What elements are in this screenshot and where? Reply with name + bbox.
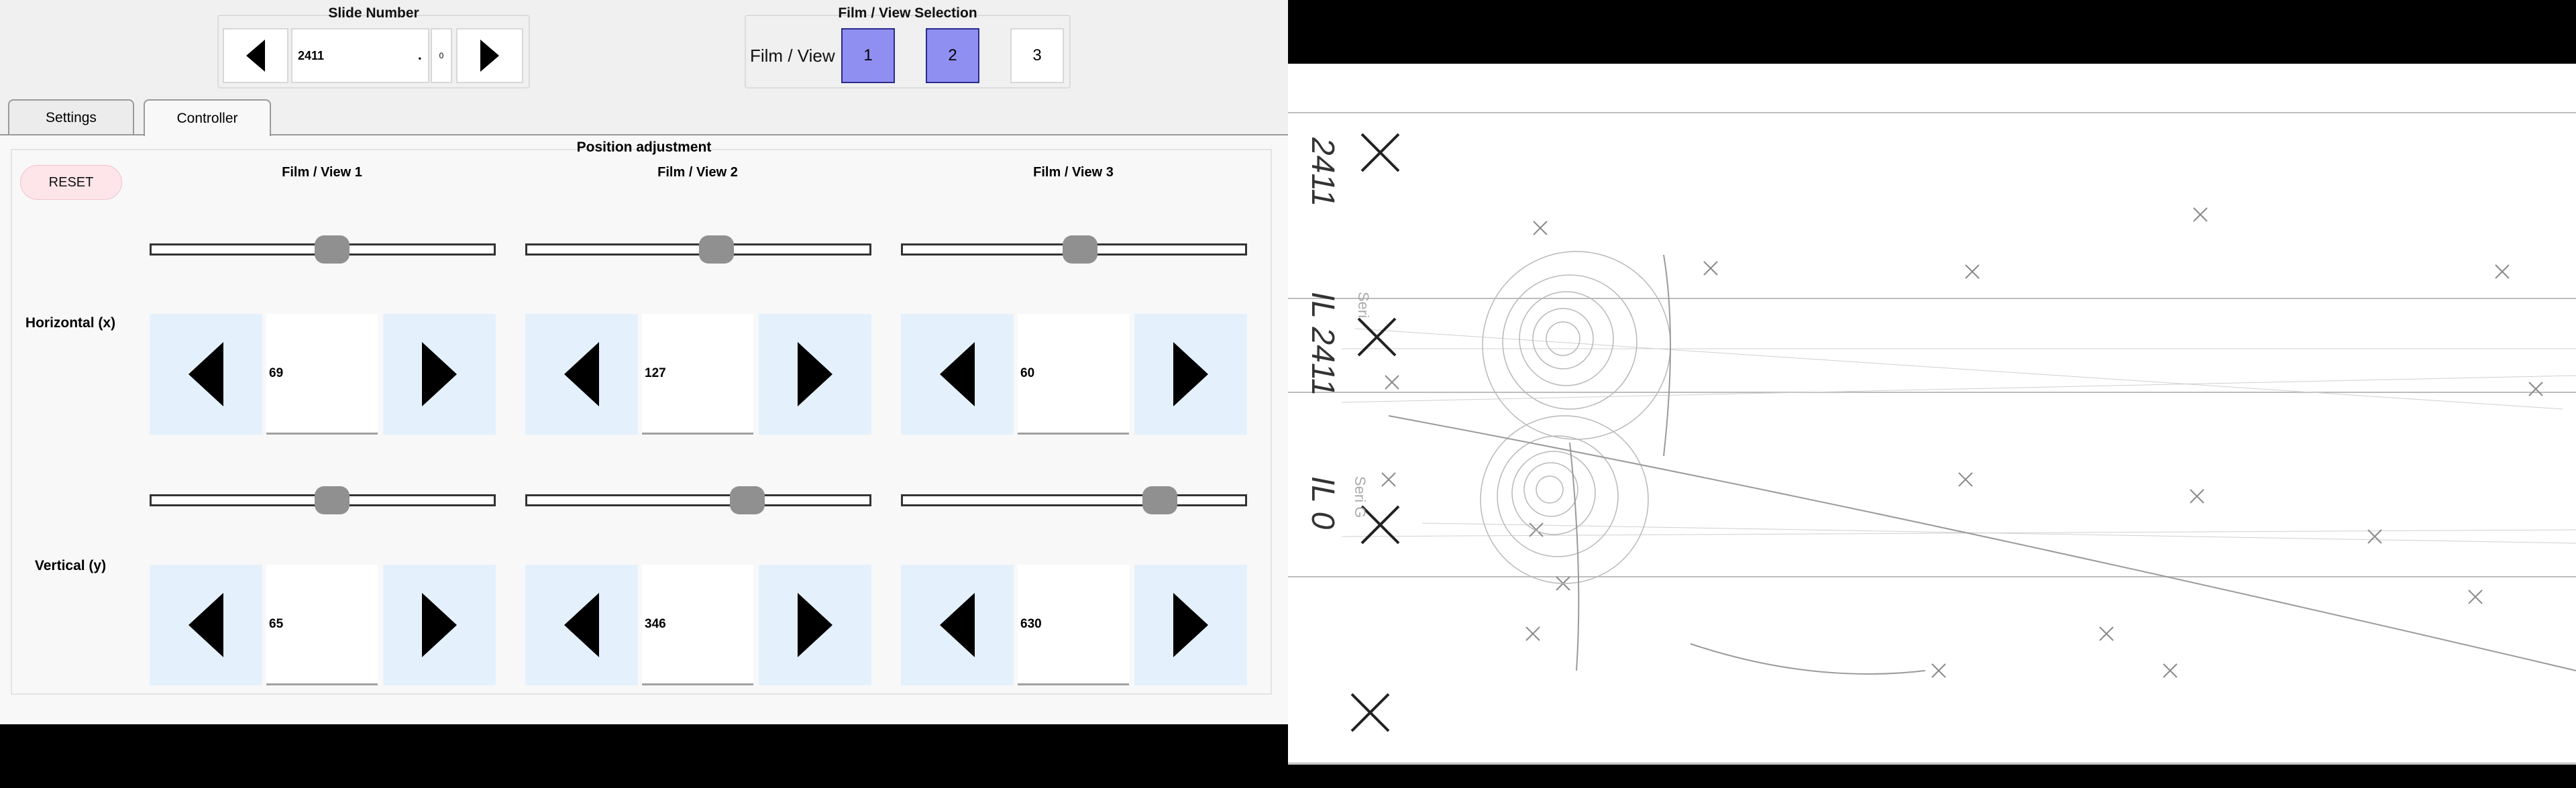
view-1-x-decrease-button[interactable] (150, 314, 262, 435)
view-3-x-decrease-button[interactable] (901, 314, 1014, 435)
arrow-left-icon (564, 342, 599, 406)
film-view-1-button[interactable]: 1 (841, 28, 895, 83)
view-3-y-value[interactable]: 630 (1018, 565, 1129, 685)
arrow-left-icon (940, 342, 975, 406)
view-2-y-value[interactable]: 346 (642, 565, 753, 685)
view-1-x-value-text: 69 (269, 365, 284, 380)
frame-label-1: 2411 (1305, 137, 1340, 207)
slide-number-title: Slide Number (328, 5, 419, 21)
arrow-right-icon (422, 342, 457, 406)
arrow-right-icon (1173, 593, 1208, 657)
view-3-x-value-text: 60 (1020, 365, 1035, 380)
frame-label-3: IL 0 (1305, 476, 1340, 530)
view-1-y-value[interactable]: 65 (266, 565, 378, 685)
view-2-x-slider-thumb[interactable] (699, 235, 734, 264)
control-panel: Slide Number 2411 • 0 Film / View Select… (0, 0, 1288, 724)
arrow-right-icon (1173, 342, 1208, 406)
view-3-y-value-text: 630 (1020, 616, 1042, 631)
view-3-y-slider[interactable] (901, 486, 1247, 514)
arrow-right-icon (798, 342, 833, 406)
film-view-2-button[interactable]: 2 (926, 28, 979, 83)
view-3-x-increase-button[interactable] (1134, 314, 1247, 435)
view-2-y-slider-thumb[interactable] (730, 486, 765, 514)
series-label-2: Seri G (1352, 476, 1368, 518)
view-2-x-slider[interactable] (525, 235, 871, 264)
slide-number-combobox[interactable]: 2411 • (291, 28, 429, 83)
view-1-y-increase-button[interactable] (383, 565, 496, 685)
triangle-left-icon (246, 40, 265, 72)
position-adjustment-title: Position adjustment (576, 139, 712, 155)
tab-controller-label: Controller (176, 110, 238, 126)
slide-prev-button[interactable] (223, 28, 288, 83)
app-root: Slide Number 2411 • 0 Film / View Select… (0, 0, 2576, 788)
slide-number-value: 2411 (298, 48, 325, 62)
reset-button[interactable]: RESET (20, 165, 122, 200)
film-view-3-button[interactable]: 3 (1010, 28, 1064, 83)
arrow-right-icon (422, 593, 457, 657)
combo-dropdown-icon[interactable]: • (419, 54, 421, 63)
view-2-x-decrease-button[interactable] (525, 314, 638, 435)
horizontal-row-label: Horizontal (x) (25, 315, 116, 331)
view-2-x-value[interactable]: 127 (642, 314, 753, 435)
view-2-x-value-text: 127 (645, 365, 666, 380)
slide-sub-number[interactable]: 0 (431, 28, 452, 83)
arrow-left-icon (189, 593, 223, 657)
view-2-y-decrease-button[interactable] (525, 565, 638, 685)
triangle-right-icon (480, 40, 499, 72)
view-3-x-value[interactable]: 60 (1018, 314, 1129, 435)
tab-settings-label: Settings (46, 109, 97, 125)
reset-button-label: RESET (48, 174, 94, 190)
film-view-3-label: 3 (1032, 46, 1042, 64)
arrow-left-icon (189, 342, 223, 406)
film-view-2-label: 2 (948, 46, 957, 64)
view-3-y-decrease-button[interactable] (901, 565, 1014, 685)
view-2-y-slider[interactable] (525, 486, 871, 514)
slide-sub-number-value: 0 (439, 51, 444, 60)
arrow-left-icon (940, 593, 975, 657)
frame-label-2: IL 2411 (1305, 292, 1340, 396)
view-2-y-value-text: 346 (645, 616, 666, 631)
film-view-label: Film / View (750, 46, 835, 66)
view-1-x-value[interactable]: 69 (266, 314, 378, 435)
view-2-x-increase-button[interactable] (759, 314, 871, 435)
arrow-left-icon (564, 593, 599, 657)
film-image: 2411 IL 2411 IL 0 Seri Seri G (1288, 64, 2576, 765)
view-2-title: Film / View 2 (657, 165, 738, 180)
series-label-1: Seri (1355, 292, 1372, 318)
film-view-1-label: 1 (863, 46, 873, 64)
view-1-x-slider-thumb[interactable] (315, 235, 350, 264)
view-1-y-slider[interactable] (150, 486, 496, 514)
slide-next-button[interactable] (456, 28, 523, 83)
arrow-right-icon (798, 593, 833, 657)
view-1-y-slider-thumb[interactable] (315, 486, 350, 514)
film-image-viewer[interactable]: 2411 IL 2411 IL 0 Seri Seri G (1288, 0, 2576, 788)
vertical-row-label: Vertical (y) (34, 558, 107, 573)
tab-settings[interactable]: Settings (8, 99, 134, 135)
view-3-x-slider[interactable] (901, 235, 1247, 264)
view-3-y-increase-button[interactable] (1134, 565, 1247, 685)
view-3-x-slider-thumb[interactable] (1063, 235, 1097, 264)
view-1-x-increase-button[interactable] (383, 314, 496, 435)
view-2-y-increase-button[interactable] (759, 565, 871, 685)
view-1-x-slider[interactable] (150, 235, 496, 264)
view-1-title: Film / View 1 (282, 165, 362, 180)
film-view-selection-title: Film / View Selection (838, 5, 977, 21)
view-3-title: Film / View 3 (1033, 165, 1114, 180)
tab-controller[interactable]: Controller (144, 99, 271, 136)
view-1-y-value-text: 65 (269, 616, 284, 631)
view-3-y-slider-thumb[interactable] (1142, 486, 1177, 514)
view-1-y-decrease-button[interactable] (150, 565, 262, 685)
